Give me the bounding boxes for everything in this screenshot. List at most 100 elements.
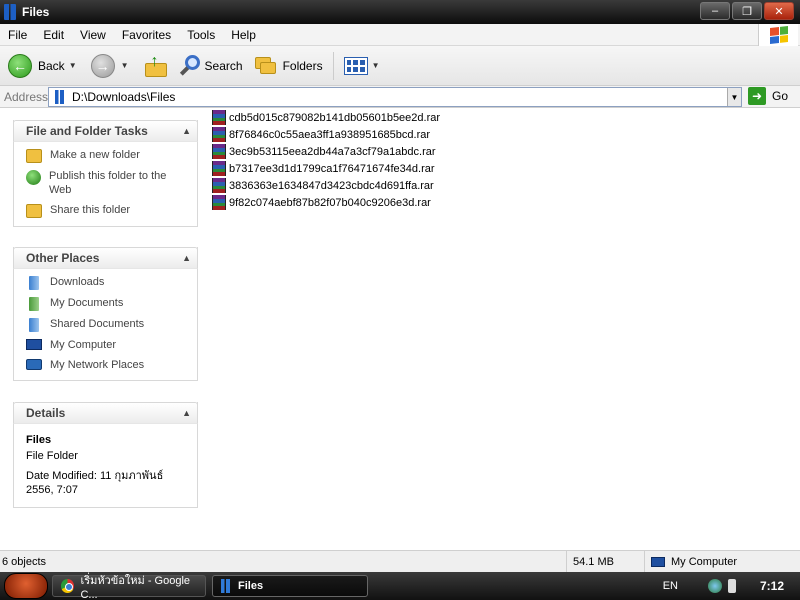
chevron-up-icon[interactable]: ▲ <box>182 408 191 418</box>
power-plug-icon[interactable] <box>727 579 736 593</box>
window-title: Files <box>22 5 50 19</box>
status-location-cell: My Computer <box>644 551 800 573</box>
publish-web-icon <box>26 170 41 185</box>
minimize-button[interactable]: – <box>700 2 730 20</box>
menu-favorites[interactable]: Favorites <box>114 28 179 42</box>
system-tray: EN 7:12 <box>663 572 800 600</box>
taskbar-files-label: Files <box>238 580 264 592</box>
rar-archive-icon <box>212 127 226 142</box>
task-make-new-folder[interactable]: Make a new folder <box>26 148 191 163</box>
share-folder-icon <box>26 204 42 218</box>
file-item[interactable]: 3836363e1634847d3423cbdc4d691ffa.rar <box>212 177 434 194</box>
new-folder-icon <box>26 149 42 163</box>
menu-view[interactable]: View <box>72 28 114 42</box>
file-item[interactable]: 8f76846c0c55aea3ff1a938951685bcd.rar <box>212 126 430 143</box>
chevron-down-icon[interactable]: ▼ <box>372 61 380 70</box>
place-label: My Documents <box>50 297 124 309</box>
back-arrow-icon: ← <box>8 53 32 78</box>
maximize-button[interactable]: ❐ <box>732 2 762 20</box>
task-pane: File and Folder Tasks ▲ Make a new folde… <box>0 108 210 550</box>
forward-arrow-icon: → <box>90 53 115 78</box>
toolbar-separator <box>332 51 334 80</box>
details-modified: Date Modified: 11 กุมภาพันธ์ 2556, 7:07 <box>26 470 164 496</box>
rar-archive-icon <box>212 144 226 159</box>
file-item[interactable]: b7317ee3d1d1799ca1f76471674fe34d.rar <box>212 160 435 177</box>
panel-title: Other Places <box>26 251 100 265</box>
place-my-network-places[interactable]: My Network Places <box>26 358 191 372</box>
rar-archive-icon <box>212 178 226 193</box>
file-item[interactable]: 3ec9b53115eea2db44a7a3cf79a1abdc.rar <box>212 143 436 160</box>
task-share-folder[interactable]: Share this folder <box>26 203 191 218</box>
status-size: 54.1 MB <box>573 556 614 568</box>
views-button[interactable]: ▼ <box>340 50 384 82</box>
chevron-down-icon[interactable]: ▼ <box>727 88 741 106</box>
go-label: Go <box>772 89 789 103</box>
address-input[interactable]: D:\Downloads\Files ▼ <box>48 87 742 107</box>
file-item[interactable]: 9f82c074aebf87b82f07b040c9206e3d.rar <box>212 194 431 211</box>
back-label: Back <box>38 58 65 73</box>
rar-archive-icon <box>212 110 226 125</box>
language-indicator[interactable]: EN <box>663 580 678 592</box>
panel-title: File and Folder Tasks <box>26 124 148 138</box>
folders-icon <box>254 56 277 75</box>
chrome-icon <box>61 579 75 593</box>
panel-header[interactable]: File and Folder Tasks ▲ <box>13 120 198 142</box>
task-label: Share this folder <box>50 204 131 216</box>
panel-title: Details <box>26 406 66 420</box>
other-places-panel: Other Places ▲ Downloads My Documents Sh… <box>13 247 198 381</box>
search-icon <box>179 54 201 77</box>
details-panel: Details ▲ Files File Folder Date Modifie… <box>13 402 198 508</box>
task-label: Make a new folder <box>50 149 140 161</box>
place-downloads[interactable]: Downloads <box>26 275 191 290</box>
downloads-folder-icon <box>29 276 39 290</box>
taskbar-chrome-label: เริ่มหัวข้อใหม่ - Google C... <box>80 575 191 600</box>
file-name: 9f82c074aebf87b82f07b040c9206e3d.rar <box>229 196 431 209</box>
menu-help[interactable]: Help <box>223 28 264 42</box>
task-publish-web[interactable]: Publish this folder to the Web <box>26 169 191 197</box>
chevron-up-icon[interactable]: ▲ <box>182 253 191 263</box>
address-label: Address <box>4 89 49 104</box>
up-button[interactable]: ↑ <box>137 50 175 82</box>
taskbar-files[interactable]: Files <box>212 575 368 597</box>
forward-button[interactable]: → ▼ <box>87 50 133 82</box>
file-name: 3ec9b53115eea2db44a7a3cf79a1abdc.rar <box>229 145 436 158</box>
folders-button[interactable]: Folders <box>251 50 327 82</box>
file-name: 8f76846c0c55aea3ff1a938951685bcd.rar <box>229 128 431 141</box>
taskbar: เริ่มหัวข้อใหม่ - Google C... Files EN 7… <box>0 572 800 600</box>
network-tray-icon[interactable] <box>707 579 722 593</box>
my-documents-icon <box>29 297 39 311</box>
chevron-down-icon[interactable]: ▼ <box>121 61 129 70</box>
folder-up-icon: ↑ <box>144 53 167 77</box>
taskbar-chrome[interactable]: เริ่มหัวข้อใหม่ - Google C... <box>52 575 206 600</box>
panel-header[interactable]: Other Places ▲ <box>13 247 198 269</box>
menu-file[interactable]: File <box>0 28 35 42</box>
folder-icon <box>55 90 64 104</box>
search-button[interactable]: Search <box>175 50 247 82</box>
status-location: My Computer <box>671 556 738 568</box>
clock[interactable]: 7:12 <box>760 579 784 593</box>
place-my-documents[interactable]: My Documents <box>26 296 191 311</box>
chevron-up-icon[interactable]: ▲ <box>182 126 191 136</box>
close-button[interactable]: ✕ <box>764 2 794 20</box>
place-my-computer[interactable]: My Computer <box>26 338 191 352</box>
place-label: My Computer <box>50 339 117 351</box>
details-type: File Folder <box>26 450 78 462</box>
file-item[interactable]: cdb5d015c879082b141db05601b5ee2d.rar <box>212 109 440 126</box>
folders-label: Folders <box>282 58 323 73</box>
start-button[interactable] <box>4 573 48 599</box>
file-name: b7317ee3d1d1799ca1f76471674fe34d.rar <box>229 162 435 175</box>
place-shared-documents[interactable]: Shared Documents <box>26 317 191 332</box>
panel-header[interactable]: Details ▲ <box>13 402 198 424</box>
my-computer-icon <box>651 557 665 567</box>
menu-tools[interactable]: Tools <box>179 28 223 42</box>
menu-edit[interactable]: Edit <box>35 28 72 42</box>
menu-bar: File Edit View Favorites Tools Help <box>0 24 800 46</box>
rar-archive-icon <box>212 195 226 210</box>
chevron-down-icon[interactable]: ▼ <box>69 61 77 70</box>
address-path[interactable]: D:\Downloads\Files <box>72 90 175 104</box>
back-button[interactable]: ← Back ▼ <box>4 50 81 82</box>
go-button[interactable]: ➜ Go <box>748 87 788 105</box>
status-bar: 6 objects 54.1 MB My Computer <box>0 550 800 573</box>
file-folder-tasks-panel: File and Folder Tasks ▲ Make a new folde… <box>13 120 198 227</box>
toolbar: ← Back ▼ → ▼ ↑ Search Folders ▼ <box>0 46 800 86</box>
